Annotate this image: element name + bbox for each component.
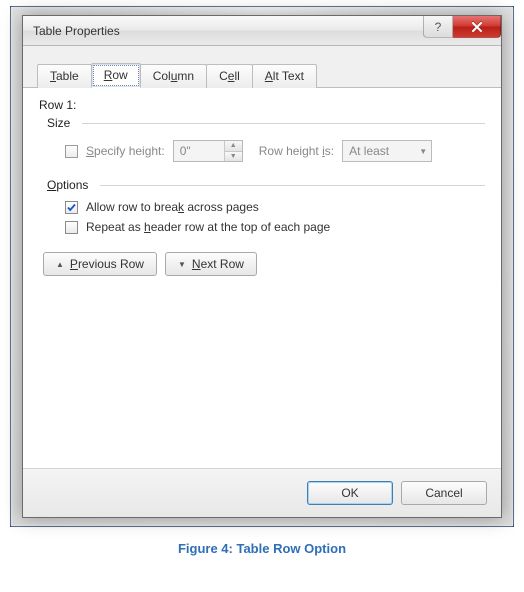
row-nav-buttons: ▲ Previous Row ▼ Next Row [43, 252, 485, 276]
dialog-footer: OK Cancel [23, 468, 501, 517]
tab-alt-text[interactable]: Alt Text [252, 64, 317, 88]
repeat-header-checkbox[interactable] [65, 221, 78, 234]
dialog-window: Table Properties ? Table Row Column Cell… [22, 15, 502, 518]
height-input[interactable]: 0" ▲ ▼ [173, 140, 243, 162]
next-row-button[interactable]: ▼ Next Row [165, 252, 257, 276]
checkmark-icon [66, 202, 77, 213]
titlebar-buttons: ? [423, 16, 501, 38]
group-size-legend: Size [47, 116, 485, 130]
previous-row-button[interactable]: ▲ Previous Row [43, 252, 157, 276]
tab-row[interactable]: Row [91, 63, 141, 88]
tab-cell[interactable]: Cell [206, 64, 253, 88]
specify-height-label: Specify height: [86, 144, 165, 158]
height-spinner[interactable]: ▲ ▼ [224, 141, 242, 161]
row-height-select-value: At least [349, 144, 389, 158]
dropdown-caret-icon: ▼ [419, 147, 427, 156]
group-options-divider [100, 185, 485, 186]
close-button[interactable] [453, 16, 501, 38]
close-icon [471, 22, 483, 32]
allow-break-label: Allow row to break across pages [86, 200, 259, 214]
next-row-label: Next Row [192, 257, 244, 271]
row-index-label: Row 1: [39, 98, 485, 112]
group-size-divider [82, 123, 485, 124]
tab-column[interactable]: Column [140, 64, 207, 88]
triangle-up-icon: ▲ [56, 260, 64, 269]
allow-break-checkbox[interactable] [65, 201, 78, 214]
help-button[interactable]: ? [423, 16, 453, 38]
titlebar: Table Properties ? [23, 16, 501, 46]
group-options-legend: Options [47, 178, 485, 192]
group-options-text: Options [47, 178, 88, 192]
group-size-text: Size [47, 116, 70, 130]
dialog-body: Row 1: Size Specify height: 0" ▲ ▼ [23, 88, 501, 468]
figure-caption: Figure 4: Table Row Option [10, 541, 514, 556]
previous-row-label: Previous Row [70, 257, 144, 271]
group-options: Options Allow row to break across pages [47, 178, 485, 238]
window-title: Table Properties [33, 24, 120, 38]
chevron-up-icon[interactable]: ▲ [225, 141, 242, 151]
group-size: Size Specify height: 0" ▲ ▼ Row height i… [47, 116, 485, 168]
height-value: 0" [174, 144, 224, 158]
specify-height-checkbox[interactable] [65, 145, 78, 158]
ok-button[interactable]: OK [307, 481, 393, 505]
row-height-select[interactable]: At least ▼ [342, 140, 432, 162]
tab-table[interactable]: Table [37, 64, 92, 88]
help-icon: ? [435, 20, 442, 34]
tabstrip: Table Row Column Cell Alt Text [23, 46, 501, 88]
row-height-is-label: Row height is: [259, 144, 334, 158]
cancel-button[interactable]: Cancel [401, 481, 487, 505]
repeat-header-label: Repeat as header row at the top of each … [86, 220, 330, 234]
screenshot-frame: Table Properties ? Table Row Column Cell… [10, 6, 514, 527]
chevron-down-icon[interactable]: ▼ [225, 151, 242, 162]
triangle-down-icon: ▼ [178, 260, 186, 269]
